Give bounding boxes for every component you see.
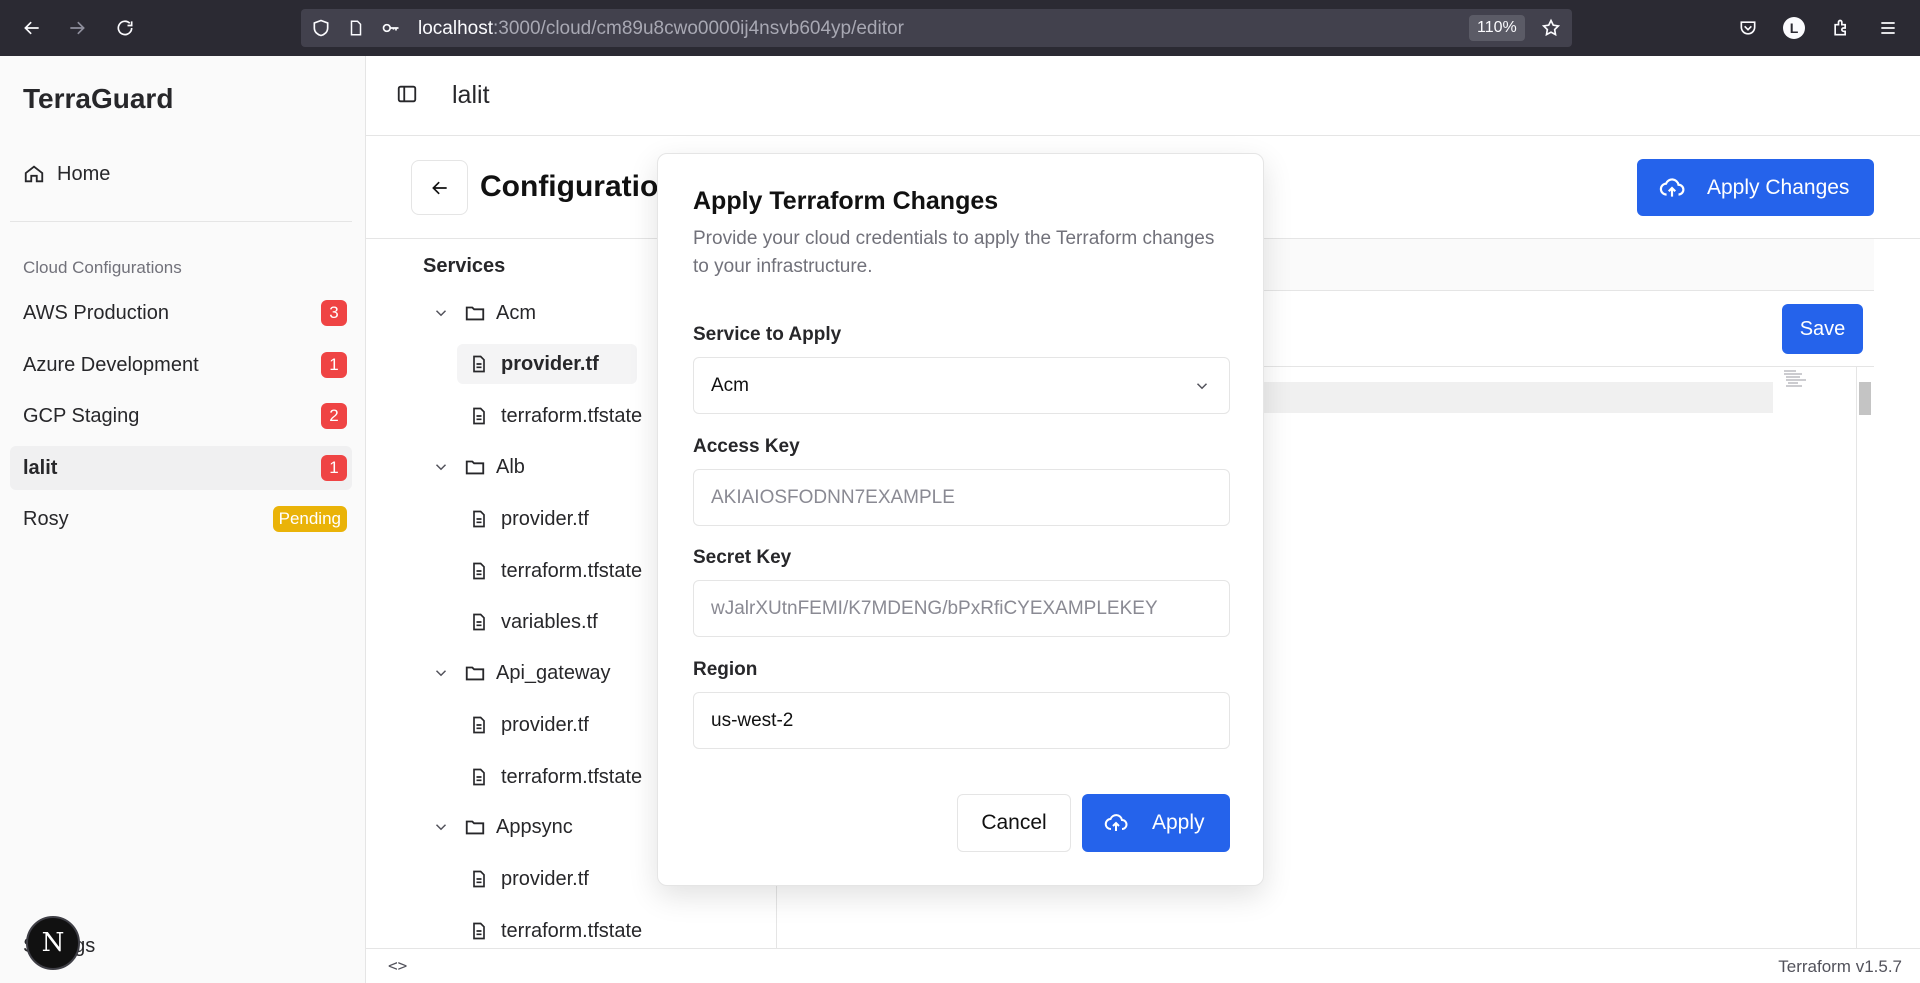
apply-button[interactable]: Apply [1082,794,1230,852]
region-label: Region [693,659,758,680]
secret-key-label: Secret Key [693,547,792,568]
apply-button-label: Apply [1152,811,1205,834]
apply-terraform-dialog: Apply Terraform Changes Provide your clo… [657,153,1264,886]
dialog-title: Apply Terraform Changes [693,187,999,215]
access-key-input[interactable]: AKIAIOSFODNN7EXAMPLE [693,469,1230,526]
access-key-label: Access Key [693,436,800,457]
chevron-down-icon [1196,383,1208,390]
service-label: Service to Apply [693,324,842,345]
cloud-upload-icon [1104,814,1128,831]
service-select-value: Acm [711,374,749,396]
service-select[interactable]: Acm [693,357,1230,414]
dialog-description: Provide your cloud credentials to apply … [693,228,1215,277]
secret-key-input[interactable]: wJalrXUtnFEMI/K7MDENG/bPxRfiCYEXAMPLEKEY [693,580,1230,637]
cancel-button[interactable]: Cancel [957,794,1071,852]
region-input[interactable]: us-west-2 [693,692,1230,749]
